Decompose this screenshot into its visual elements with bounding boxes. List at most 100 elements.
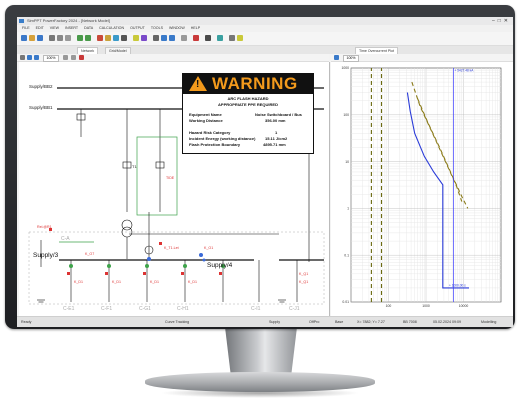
zoom-level-select[interactable]: 100% bbox=[43, 54, 59, 62]
cut-icon[interactable] bbox=[49, 35, 55, 41]
menu-insert[interactable]: INSERT bbox=[65, 25, 78, 32]
copy-icon[interactable] bbox=[57, 35, 63, 41]
status-zoom: BB 7008 bbox=[403, 320, 417, 324]
arc-flash-icon[interactable] bbox=[133, 35, 139, 41]
toc-chart-svg[interactable]: 1000 100 10 1 0.1 0.01 100 1000 10000 + 5427.48 k… bbox=[331, 62, 513, 316]
color-icon[interactable] bbox=[71, 54, 76, 60]
relay-label-5: K_D1 bbox=[74, 280, 83, 284]
undo-icon[interactable] bbox=[77, 35, 83, 41]
status-bar: Ready Curve Tracking Supply OffPro Base … bbox=[17, 316, 513, 327]
title-bar: SimPPT PowerFactory 2024 - [Network Mode… bbox=[17, 17, 513, 25]
settings-icon[interactable] bbox=[205, 35, 211, 41]
grid-icon[interactable] bbox=[153, 35, 159, 41]
tab-strip: Network Grid/Model Time Overcurrent Plot bbox=[17, 46, 513, 55]
layer-icon[interactable] bbox=[63, 54, 68, 60]
zoom-icon[interactable] bbox=[27, 54, 32, 60]
menu-output[interactable]: OUTPUT bbox=[130, 25, 145, 32]
print-icon[interactable] bbox=[181, 35, 187, 41]
status-coords: X= 7882; Y= 7.27 bbox=[357, 320, 385, 324]
menu-bar: FILE EDIT VIEW INSERT DATA CALCULATION O… bbox=[17, 25, 513, 32]
menu-view[interactable]: VIEW bbox=[50, 25, 59, 32]
warning-header: ! WARNING bbox=[183, 74, 313, 94]
menu-data[interactable]: DATA bbox=[84, 25, 93, 32]
select-icon[interactable] bbox=[20, 54, 25, 60]
redo-icon[interactable] bbox=[85, 35, 91, 41]
annotation-time: + 1000.00 s bbox=[449, 283, 466, 287]
status-offline: OffPro bbox=[309, 320, 320, 324]
open-icon[interactable] bbox=[29, 35, 35, 41]
x-tick-label: 1000 bbox=[422, 304, 430, 308]
y-tick-label: 10 bbox=[345, 160, 349, 164]
window-controls[interactable]: –□✕ bbox=[492, 18, 511, 24]
y-tick-label: 0.01 bbox=[342, 300, 349, 304]
relay-label-9: K_Q1 bbox=[299, 272, 309, 276]
warning-row-label: Working Distance bbox=[189, 118, 223, 123]
menu-window[interactable]: WINDOW bbox=[169, 25, 185, 32]
cubicle-h1: C-H1 bbox=[177, 306, 189, 312]
arc-flash-warning-label[interactable]: ! WARNING ARC FLASH HAZARD APPROPRIATE P… bbox=[182, 73, 314, 154]
window-title: SimPPT PowerFactory 2024 - [Network Mode… bbox=[27, 18, 110, 23]
save-icon[interactable] bbox=[37, 35, 43, 41]
bus-supply4-label: Supply/4 bbox=[207, 262, 233, 269]
chart-zoom-icon[interactable] bbox=[334, 54, 339, 60]
warning-row-label: Hazard Risk Category bbox=[189, 130, 231, 135]
status-mode: Curve Tracking bbox=[165, 320, 190, 324]
busbar-bb1-label: Supply/BB1 bbox=[29, 105, 53, 110]
menu-edit[interactable]: EDIT bbox=[36, 25, 44, 32]
relay-label-2: K_O7 bbox=[85, 252, 95, 256]
monitor-bezel: SimPPT PowerFactory 2024 - [Network Mode… bbox=[5, 5, 515, 329]
status-ready: Ready bbox=[21, 320, 32, 324]
zoom-out-icon[interactable] bbox=[169, 35, 175, 41]
pan-icon[interactable] bbox=[34, 54, 39, 60]
menu-file[interactable]: FILE bbox=[22, 25, 30, 32]
relay-label-7: K_D1 bbox=[150, 280, 159, 284]
short-circuit-icon[interactable] bbox=[105, 35, 111, 41]
relay-label-4: K_O1 bbox=[204, 246, 214, 250]
cubicle-f1: C-F1 bbox=[101, 306, 113, 312]
warning-row-value: 356.00 mm bbox=[265, 118, 286, 123]
menu-calculation[interactable]: CALCULATION bbox=[99, 25, 124, 32]
warning-row-label: Flash Protection Boundary bbox=[189, 142, 241, 147]
cubicle-top-label: C-A bbox=[61, 236, 70, 242]
delete-icon[interactable] bbox=[79, 54, 84, 60]
relay-label-10: K_Q1 bbox=[299, 280, 309, 284]
chart-icon[interactable] bbox=[217, 35, 223, 41]
report-icon[interactable] bbox=[141, 35, 147, 41]
menu-help[interactable]: HELP bbox=[191, 25, 200, 32]
time-overcurrent-panel[interactable]: 100% 1000 100 10 1 0.1 0.01 100 1000 10000 + 5427… bbox=[331, 54, 513, 316]
relay-label-6: K_D1 bbox=[112, 280, 121, 284]
status-mode2: Modelling bbox=[481, 320, 497, 324]
x-tick-label: 100 bbox=[386, 304, 392, 308]
warning-row-label: Equipment Name bbox=[189, 112, 222, 117]
monitor-base bbox=[145, 372, 375, 392]
cubicle-g1: C-G1 bbox=[139, 306, 151, 312]
menu-tools[interactable]: TOOLS bbox=[151, 25, 163, 32]
filter-icon[interactable] bbox=[229, 35, 235, 41]
chart-zoom-select[interactable]: 100% bbox=[343, 54, 359, 62]
trafo-label: T1 bbox=[132, 164, 137, 169]
cubicle-e1: C-E1 bbox=[63, 306, 75, 312]
warning-row-value: 15.11 J/cm2 bbox=[265, 136, 288, 141]
diagram-toolbar: 100% bbox=[17, 54, 329, 62]
simulation-icon[interactable] bbox=[113, 35, 119, 41]
paste-icon[interactable] bbox=[65, 35, 71, 41]
status-date: 05.02.2024 09:09 bbox=[433, 320, 461, 324]
cubicle-i1: C-I1 bbox=[251, 306, 261, 312]
relay-label-3: K_T1.Let bbox=[164, 246, 179, 250]
tide-label: TIDE bbox=[166, 176, 175, 180]
y-tick-label: 1000 bbox=[341, 66, 349, 70]
busbar-bb2-label: Supply/BB2 bbox=[29, 84, 53, 89]
warning-row-value: 1 bbox=[275, 130, 278, 135]
protection-icon[interactable] bbox=[121, 35, 127, 41]
warning-title: WARNING bbox=[212, 74, 298, 93]
warning-subtitle-2: APPROPRIATE PPE REQUIRED bbox=[218, 102, 278, 107]
relay-label-8: K_D1 bbox=[188, 280, 197, 284]
new-icon[interactable] bbox=[21, 35, 27, 41]
annotation-current: + 5427.48 kA bbox=[455, 69, 475, 73]
stop-icon[interactable] bbox=[193, 35, 199, 41]
highlight-icon[interactable] bbox=[237, 35, 243, 41]
load-flow-icon[interactable] bbox=[97, 35, 103, 41]
main-toolbar bbox=[17, 32, 513, 46]
zoom-in-icon[interactable] bbox=[161, 35, 167, 41]
warning-subtitle-1: ARC FLASH HAZARD bbox=[227, 96, 269, 101]
